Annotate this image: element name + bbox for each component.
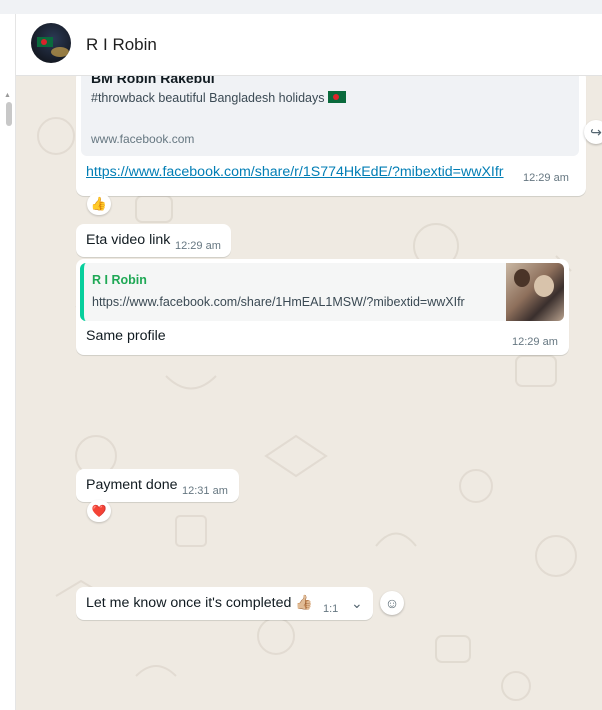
quoted-author: R I Robin [92, 273, 147, 287]
message-time: 12:29 am [523, 172, 569, 184]
avatar[interactable] [31, 23, 71, 63]
message-text: Let me know once it's completed 👍🏼 [86, 595, 313, 611]
avatar-flag [37, 37, 53, 47]
chevron-down-icon[interactable]: ⌄ [351, 595, 363, 612]
message-time: 12:29 am [512, 336, 558, 348]
message-text: Eta video link [86, 232, 171, 248]
emoji-icon[interactable]: ☺ [380, 591, 404, 615]
chat-header[interactable]: R I Robin [16, 14, 602, 76]
message-text: Same profile [86, 328, 166, 344]
contact-name[interactable]: R I Robin [86, 35, 157, 55]
message-bubble[interactable]: Eta video link 12:29 am [76, 224, 231, 257]
message-time: 1:1 [323, 603, 339, 615]
message-bubble[interactable]: Let me know once it's completed 👍🏼 1:1 ⌄ [76, 587, 373, 620]
quoted-text: https://www.facebook.com/share/1HmEAL1MS… [92, 295, 465, 309]
reaction-thumbs-up[interactable]: 👍 [87, 193, 111, 215]
link-preview-domain: www.facebook.com [91, 132, 195, 146]
scroll-up-arrow-icon[interactable]: ▲ [4, 92, 11, 99]
message-bubble[interactable]: Payment done 12:31 am [76, 469, 239, 502]
avatar-light [51, 47, 69, 57]
message-text: Payment done [86, 477, 178, 493]
message-bubble-link-preview[interactable]: BM Robin Rakebul #throwback beautiful Ba… [76, 76, 586, 196]
quoted-thumbnail [506, 263, 564, 321]
window-top-strip [0, 0, 602, 15]
message-bubble-reply[interactable]: R I Robin https://www.facebook.com/share… [76, 259, 569, 355]
message-link[interactable]: https://www.facebook.com/share/r/1S774Hk… [86, 164, 504, 180]
link-preview-card[interactable]: BM Robin Rakebul #throwback beautiful Ba… [81, 76, 579, 156]
link-preview-title: BM Robin Rakebul [91, 76, 215, 86]
conversation-panel: BM Robin Rakebul #throwback beautiful Ba… [16, 76, 602, 710]
quoted-message[interactable]: R I Robin https://www.facebook.com/share… [80, 263, 564, 321]
chat-list-pane-edge: ▲ [0, 14, 16, 710]
message-time: 12:29 am [175, 240, 221, 252]
chat-list-scrollbar[interactable] [6, 102, 12, 126]
forward-icon[interactable]: ↪ [584, 120, 602, 144]
bangladesh-flag-icon [327, 91, 346, 103]
message-time: 12:31 am [182, 485, 228, 497]
link-preview-description: #throwback beautiful Bangladesh holidays [91, 91, 346, 105]
reaction-heart[interactable]: ❤️ [87, 500, 111, 522]
